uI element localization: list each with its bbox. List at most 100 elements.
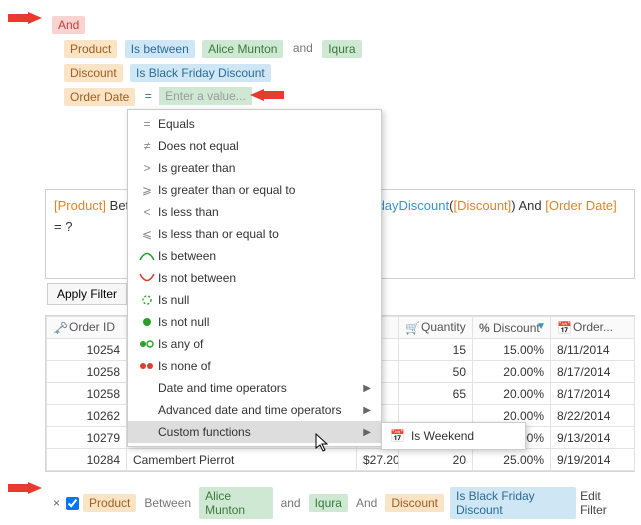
expr-field: [Order Date] — [545, 198, 617, 213]
menu-item-label: Is less than — [158, 205, 371, 219]
col-order-date[interactable]: 📅Order... — [551, 317, 635, 339]
field-token[interactable]: Discount — [385, 494, 444, 512]
filter-builder: And Product Is between Alice Munton and … — [50, 12, 364, 110]
menu-item-label: Is between — [158, 249, 371, 263]
menu-item-custom-functions[interactable]: Custom functions▶ — [128, 421, 381, 443]
submenu-arrow-icon: ▶ — [363, 405, 371, 416]
cell-order-date: 8/17/2014 — [551, 383, 635, 405]
conjunction-label: and — [277, 494, 305, 512]
menu-item-is-between[interactable]: Is between — [128, 245, 381, 267]
operator-dropdown-menu: =Equals≠Does not equal>Is greater than⩾I… — [127, 109, 382, 447]
table-row[interactable]: 10284Camembert Pierrot$27.202025.00%9/19… — [47, 449, 635, 471]
field-token[interactable]: Discount — [64, 64, 123, 82]
menu-item-is-less-than[interactable]: <Is less than — [128, 201, 381, 223]
menu-item-label: Is greater than — [158, 161, 371, 175]
cell-quantity: 15 — [399, 339, 473, 361]
menu-item-label: Is greater than or equal to — [158, 183, 371, 197]
cell-order-id: 10254 — [47, 339, 127, 361]
col-discount[interactable]: % Discount▼ — [473, 317, 551, 339]
menu-item-label: Equals — [158, 117, 371, 131]
col-label: Order ID — [69, 320, 115, 334]
cell-quantity: 20 — [399, 449, 473, 471]
col-label: Quantity — [421, 320, 466, 334]
menu-item-label: Is Weekend — [411, 429, 474, 443]
value-token[interactable]: Alice Munton — [202, 40, 283, 58]
operator-icon: ≠ — [136, 139, 158, 153]
annotation-arrow — [8, 482, 42, 494]
filter-funnel-icon[interactable]: ▼ — [536, 321, 546, 332]
operator-icon: ⩾ — [136, 183, 158, 197]
cell-order-date: 9/19/2014 — [551, 449, 635, 471]
clear-filter-icon[interactable]: × — [49, 496, 64, 510]
value-token[interactable]: Iqura — [309, 494, 348, 512]
operator-label: Between — [140, 494, 195, 512]
cell-discount: 15.00% — [473, 339, 551, 361]
cell-order-date: 8/22/2014 — [551, 405, 635, 427]
group-operator-token[interactable]: And — [52, 16, 85, 34]
menu-item-is-weekend[interactable]: 📅 Is Weekend — [382, 425, 525, 447]
value-input[interactable]: Enter a value... — [159, 87, 252, 105]
menu-item-is-not-between[interactable]: Is not between — [128, 267, 381, 289]
cell-order-id: 10284 — [47, 449, 127, 471]
apply-filter-button[interactable]: Apply Filter — [47, 283, 127, 305]
col-quantity[interactable]: 🛒Quantity — [399, 317, 473, 339]
col-order-id[interactable]: 🗝️Order ID — [47, 317, 127, 339]
menu-item-is-not-null[interactable]: Is not null — [128, 311, 381, 333]
operator-token[interactable]: Is Black Friday Discount — [450, 487, 576, 519]
menu-item-is-any-of[interactable]: Is any of — [128, 333, 381, 355]
col-label: Order... — [573, 320, 613, 334]
value-token[interactable]: Iqura — [322, 40, 361, 58]
cell-discount: 20.00% — [473, 383, 551, 405]
annotation-arrow — [250, 89, 284, 101]
cell-quantity: 65 — [399, 383, 473, 405]
operator-icon: ⩽ — [136, 227, 158, 241]
value-token[interactable]: Alice Munton — [199, 487, 272, 519]
operator-icon — [136, 361, 158, 371]
filter-enabled-checkbox[interactable] — [66, 497, 79, 510]
menu-item-label: Custom functions — [158, 425, 363, 439]
cell-discount: 20.00% — [473, 361, 551, 383]
equals-operator[interactable]: = — [141, 87, 156, 105]
cell-quantity: 50 — [399, 361, 473, 383]
cell-order-id: 10258 — [47, 383, 127, 405]
filter-row: Order Date = Enter a value... × — [62, 86, 364, 108]
operator-icon — [136, 294, 158, 306]
operator-icon — [136, 316, 158, 328]
calendar-icon: 📅 — [557, 321, 571, 335]
cell-unit-price: $27.20 — [357, 449, 399, 471]
filter-row: Product Is between Alice Munton and Iqur… — [62, 38, 364, 60]
field-token[interactable]: Order Date — [64, 88, 135, 106]
menu-item-does-not-equal[interactable]: ≠Does not equal — [128, 135, 381, 157]
edit-filter-link[interactable]: Edit Filter — [580, 489, 625, 517]
operator-token[interactable]: Is Black Friday Discount — [130, 64, 271, 82]
field-token[interactable]: Product — [64, 40, 117, 58]
menu-item-label: Is none of — [158, 359, 371, 373]
menu-item-equals[interactable]: =Equals — [128, 113, 381, 135]
conjunction-label: and — [289, 39, 317, 57]
percent-icon: % — [479, 321, 490, 335]
menu-item-is-null[interactable]: Is null — [128, 289, 381, 311]
cell-order-id: 10262 — [47, 405, 127, 427]
menu-item-date-and-time-operators[interactable]: Date and time operators▶ — [128, 377, 381, 399]
menu-item-is-none-of[interactable]: Is none of — [128, 355, 381, 377]
filter-row: Discount Is Black Friday Discount — [62, 62, 364, 84]
key-icon: 🗝️ — [53, 321, 67, 335]
menu-item-advanced-date-and-time-operators[interactable]: Advanced date and time operators▶ — [128, 399, 381, 421]
operator-token[interactable]: Is between — [125, 40, 195, 58]
expr-field: [Discount] — [453, 198, 511, 213]
menu-item-is-greater-than-or-equal-to[interactable]: ⩾Is greater than or equal to — [128, 179, 381, 201]
calendar-icon: 📅 — [390, 429, 405, 443]
annotation-arrow — [8, 12, 42, 24]
submenu-arrow-icon: ▶ — [363, 383, 371, 394]
cell-order-id: 10258 — [47, 361, 127, 383]
menu-item-label: Date and time operators — [158, 381, 363, 395]
field-token[interactable]: Product — [83, 494, 136, 512]
operator-icon — [136, 251, 158, 261]
menu-item-label: Advanced date and time operators — [158, 403, 363, 417]
menu-item-is-greater-than[interactable]: >Is greater than — [128, 157, 381, 179]
expr-text: = ? — [54, 219, 72, 234]
menu-item-label: Is null — [158, 293, 371, 307]
menu-item-label: Is less than or equal to — [158, 227, 371, 241]
menu-item-label: Does not equal — [158, 139, 371, 153]
menu-item-is-less-than-or-equal-to[interactable]: ⩽Is less than or equal to — [128, 223, 381, 245]
